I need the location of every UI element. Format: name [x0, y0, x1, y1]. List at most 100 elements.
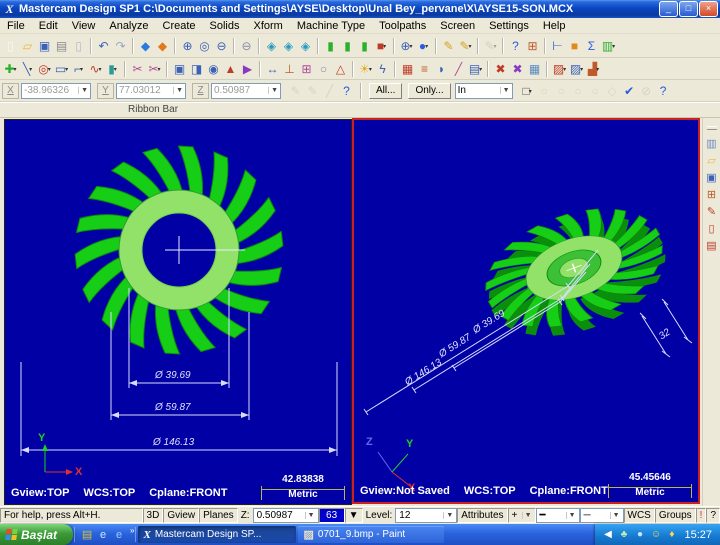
analyze-chain-icon[interactable]: ▥▾ — [600, 38, 617, 54]
select-chain-icon[interactable]: ○ — [570, 83, 587, 99]
line-width-select[interactable]: ─▼ — [580, 508, 624, 523]
gview-front-icon[interactable]: ▮ — [339, 38, 356, 54]
zoom-window-icon[interactable]: ⊕ — [179, 38, 196, 54]
xform-array-icon[interactable]: ⊞ — [298, 61, 315, 77]
status-color-swatch[interactable]: 63 — [319, 508, 345, 523]
create-polyline-icon[interactable]: ∿▾ — [87, 61, 104, 77]
units-select[interactable]: In▼ — [455, 83, 513, 99]
surface-sweep-icon[interactable]: ╱ — [450, 61, 467, 77]
xform-mirror-icon[interactable]: ◨ — [188, 61, 205, 77]
xform-scale-icon[interactable]: ▲ — [222, 61, 239, 77]
viewport-single-icon[interactable]: ▯ — [704, 223, 719, 236]
tray-app-2-icon[interactable]: ● — [633, 528, 646, 541]
open-file-icon[interactable]: ▱ — [704, 155, 719, 168]
surface-loft-icon[interactable]: ◗ — [433, 61, 450, 77]
create-rectangle-icon[interactable]: ▭▾ — [53, 61, 70, 77]
taskbar-task-paint[interactable]: ▨ 0701_9.bmp - Paint — [298, 526, 444, 543]
create-fillet-icon[interactable]: ⌐▾ — [70, 61, 87, 77]
analyze-distance-icon[interactable]: ⊢ — [549, 38, 566, 54]
create-line-icon[interactable]: ╲▾ — [19, 61, 36, 77]
hide-icons-chevron-icon[interactable]: ◀ — [601, 528, 614, 541]
surface-net-icon[interactable]: ▤▾ — [467, 61, 484, 77]
status-3d-button[interactable]: 3D — [143, 508, 164, 523]
lighting-icon[interactable]: ☀▾ — [357, 61, 374, 77]
line-style-select[interactable]: ━▼ — [536, 508, 580, 523]
new-file-icon[interactable]: ▯ — [2, 38, 19, 54]
select-polygon-icon[interactable]: ○ — [536, 83, 553, 99]
color-dropdown-icon[interactable]: ▼ — [345, 508, 363, 523]
menu-item[interactable]: File — [0, 20, 32, 32]
restore-button[interactable]: □ — [679, 1, 698, 17]
viewport-iso-view[interactable]: Ø 39.69 Ø 59.87 Ø 146.13 32 Z Y X Gview:… — [352, 118, 700, 504]
select-all-button[interactable]: All... — [369, 83, 402, 99]
tray-app-1-icon[interactable]: ♣ — [617, 528, 630, 541]
menu-item[interactable]: Solids — [203, 20, 247, 32]
select-none-icon[interactable]: ⊘ — [638, 83, 655, 99]
xform-translate-icon[interactable]: ▣ — [171, 61, 188, 77]
view-iso-icon[interactable]: ◈ — [297, 38, 314, 54]
status-planes-button[interactable]: Planes — [199, 508, 238, 523]
y-coord-field[interactable]: 77.03012▼ — [116, 83, 186, 99]
status-gview-button[interactable]: Gview — [163, 508, 199, 523]
save-file-icon[interactable]: ▣ — [704, 172, 719, 185]
fastpoint-lock-icon[interactable]: ✎ — [304, 83, 321, 99]
viewport-split-icon[interactable]: ▤ — [704, 240, 719, 253]
menu-item[interactable]: Help — [536, 20, 573, 32]
menu-item[interactable]: Machine Type — [290, 20, 372, 32]
create-cylinder-icon[interactable]: ▮▾ — [104, 61, 121, 77]
shaded-view-icon[interactable]: ■▾ — [373, 38, 390, 54]
attributes-pencil-icon[interactable]: ✎ — [440, 38, 457, 54]
screen-blank-icon[interactable]: ▨▾ — [551, 61, 568, 77]
open-file-icon[interactable]: ▱ — [19, 38, 36, 54]
minimize-button[interactable]: _ — [659, 1, 678, 17]
select-only-button[interactable]: Only... — [408, 83, 450, 99]
screen-fill-icon[interactable]: ▨▾ — [568, 61, 585, 77]
select-area-icon[interactable]: ○ — [587, 83, 604, 99]
view-named-icon[interactable]: ◈ — [280, 38, 297, 54]
xform-project-icon[interactable]: ⊥ — [281, 61, 298, 77]
menu-item[interactable]: Settings — [482, 20, 536, 32]
view-previous-icon[interactable]: ◈ — [263, 38, 280, 54]
trim-entity-icon[interactable]: ✂ — [129, 61, 146, 77]
point-style-select[interactable]: +▼ — [508, 508, 536, 523]
tray-app-3-icon[interactable]: ♦ — [665, 528, 678, 541]
render-view-icon[interactable]: ●▾ — [415, 38, 432, 54]
menu-item[interactable]: Edit — [32, 20, 65, 32]
select-vector-icon[interactable]: ◇ — [604, 83, 621, 99]
gview-side-icon[interactable]: ▮ — [356, 38, 373, 54]
menu-item[interactable]: Screen — [433, 20, 482, 32]
viewport-panes-icon[interactable]: ▥ — [704, 138, 719, 151]
entity-attributes-icon[interactable]: ✎ — [704, 206, 719, 219]
xform-stretch-icon[interactable]: ↔ — [264, 61, 281, 77]
cursor-snap-icon[interactable]: ╱ — [321, 83, 338, 99]
create-point-icon[interactable]: ✚▾ — [2, 61, 19, 77]
status-alert-button[interactable]: ! — [696, 508, 707, 523]
xform-nesting-icon[interactable]: △ — [332, 61, 349, 77]
zoom-out-icon[interactable]: ⊖ — [238, 38, 255, 54]
select-single-icon[interactable]: ○ — [553, 83, 570, 99]
print-preview-icon[interactable]: ▯ — [70, 38, 87, 54]
delete-entity-icon[interactable]: ✖ — [492, 61, 509, 77]
status-wcs-button[interactable]: WCS — [624, 508, 655, 523]
x-coord-field[interactable]: -38.96326▼ — [21, 83, 91, 99]
screen-stamp-icon[interactable]: ▟▾ — [585, 61, 602, 77]
xform-offset-icon[interactable]: ▶ — [239, 61, 256, 77]
zoom-fit-icon[interactable]: ◆ — [137, 38, 154, 54]
select-help-icon[interactable]: ? — [655, 83, 672, 99]
quick-launch-browser-icon[interactable]: e — [112, 528, 126, 542]
print-icon[interactable]: ▤ — [53, 38, 70, 54]
quick-launch-desktop-icon[interactable]: ▤ — [80, 528, 94, 542]
undelete-icon[interactable]: ▦ — [526, 61, 543, 77]
xform-rotate-icon[interactable]: ◉ — [205, 61, 222, 77]
attributes-disabled-icon[interactable]: ✎▾ — [482, 38, 499, 54]
menu-item[interactable]: Xform — [247, 20, 290, 32]
undo-icon[interactable]: ↶ — [95, 38, 112, 54]
analyze-position-icon[interactable]: ⊞ — [524, 38, 541, 54]
analyze-dynamic-icon[interactable]: ■ — [566, 38, 583, 54]
menu-item[interactable]: Toolpaths — [372, 20, 433, 32]
start-button[interactable]: Başlat — [0, 524, 73, 545]
coord-help-icon[interactable]: ? — [338, 83, 355, 99]
materials-icon[interactable]: ϟ — [374, 61, 391, 77]
close-button[interactable]: × — [699, 1, 718, 17]
quick-launch-more-icon[interactable]: » — [130, 526, 134, 535]
